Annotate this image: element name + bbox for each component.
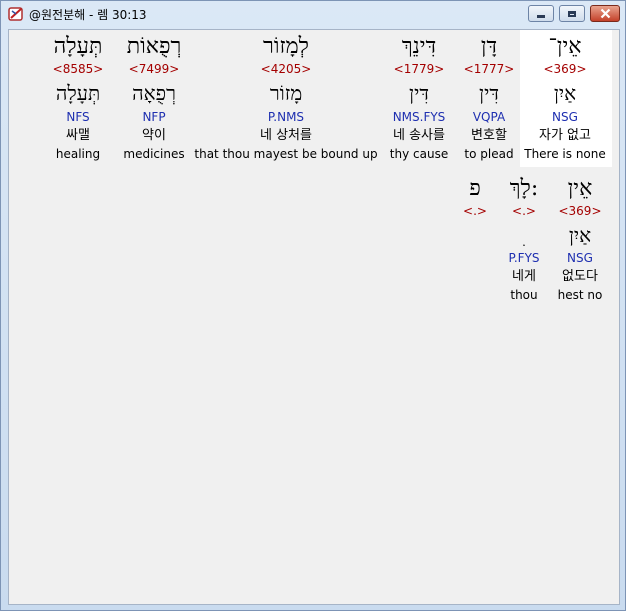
- lemma-word: אַיִן: [568, 223, 592, 247]
- morph-code: NMS.FYS: [392, 110, 446, 124]
- korean-gloss: 네 송사를: [393, 128, 445, 143]
- title-bar[interactable]: @원전분해 - 렘 30:13: [1, 1, 625, 27]
- app-window: @원전분해 - 렘 30:13 אֵין־ <369> אַיִן NSG 자가…: [0, 0, 626, 611]
- english-gloss: thy cause: [389, 147, 449, 161]
- strong-number[interactable]: <8585>: [38, 62, 118, 77]
- morph-code: NSG: [567, 251, 593, 265]
- hebrew-word[interactable]: רְפֻאוֹת: [114, 34, 194, 60]
- hebrew-word[interactable]: תְּעָלָה: [38, 34, 118, 60]
- strong-number[interactable]: <.>: [455, 204, 495, 219]
- strong-number[interactable]: <4205>: [196, 62, 376, 77]
- app-icon: [7, 5, 25, 23]
- hebrew-word[interactable]: לְמָזוֹר: [196, 34, 376, 60]
- korean-gloss: 싸맬: [66, 128, 90, 143]
- morph-code: NFS: [66, 110, 90, 124]
- morph-code: NFP: [142, 110, 166, 124]
- lemma-word: דִּין: [409, 81, 429, 105]
- maximize-button[interactable]: [559, 5, 585, 22]
- lemma-word: אַיִן: [553, 81, 577, 105]
- korean-gloss: 약이: [142, 128, 166, 143]
- strong-number[interactable]: <7499>: [114, 62, 194, 77]
- english-gloss: medicines: [123, 147, 185, 161]
- korean-gloss: 없도다: [562, 269, 598, 284]
- maximize-icon: [568, 10, 576, 17]
- korean-gloss: 네 상처를: [260, 128, 312, 143]
- lemma-word: רְפֻאָה: [132, 81, 176, 105]
- korean-gloss: 자가 없고: [539, 128, 591, 143]
- english-gloss: healing: [55, 147, 101, 161]
- close-icon: [600, 8, 610, 19]
- morph-code: NSG: [552, 110, 578, 124]
- english-gloss: hest no: [557, 288, 603, 302]
- morph-code: P.FYS: [508, 251, 540, 265]
- english-gloss: that thou mayest be bound up: [194, 147, 378, 161]
- strong-number[interactable]: <369>: [515, 62, 615, 77]
- hebrew-word[interactable]: אֵין־: [515, 34, 615, 60]
- hebrew-word[interactable]: אֵין: [545, 176, 615, 202]
- strong-number[interactable]: <.>: [494, 204, 554, 219]
- close-button[interactable]: [590, 5, 620, 22]
- minimize-button[interactable]: [528, 5, 554, 22]
- lemma-word: מָזוֹר: [269, 81, 303, 105]
- hebrew-word[interactable]: לָךְ:: [494, 176, 554, 202]
- lemma-word: ׅ: [494, 223, 554, 247]
- minimize-icon: [537, 14, 545, 18]
- english-gloss: thou: [510, 288, 538, 302]
- window-title: @원전분해 - 렘 30:13: [29, 8, 147, 22]
- lemma-word: תְּעָלָה: [55, 81, 101, 105]
- interlinear-panel[interactable]: אֵין־ <369> אַיִן NSG 자가 없고 There is non…: [8, 29, 620, 605]
- strong-number[interactable]: <369>: [545, 204, 615, 219]
- hebrew-word[interactable]: דִּינֵךְ: [374, 34, 464, 60]
- morph-code: P.NMS: [267, 110, 305, 124]
- hebrew-word[interactable]: פ: [455, 176, 495, 202]
- strong-number[interactable]: <1779>: [374, 62, 464, 77]
- korean-gloss: 네게: [512, 269, 536, 284]
